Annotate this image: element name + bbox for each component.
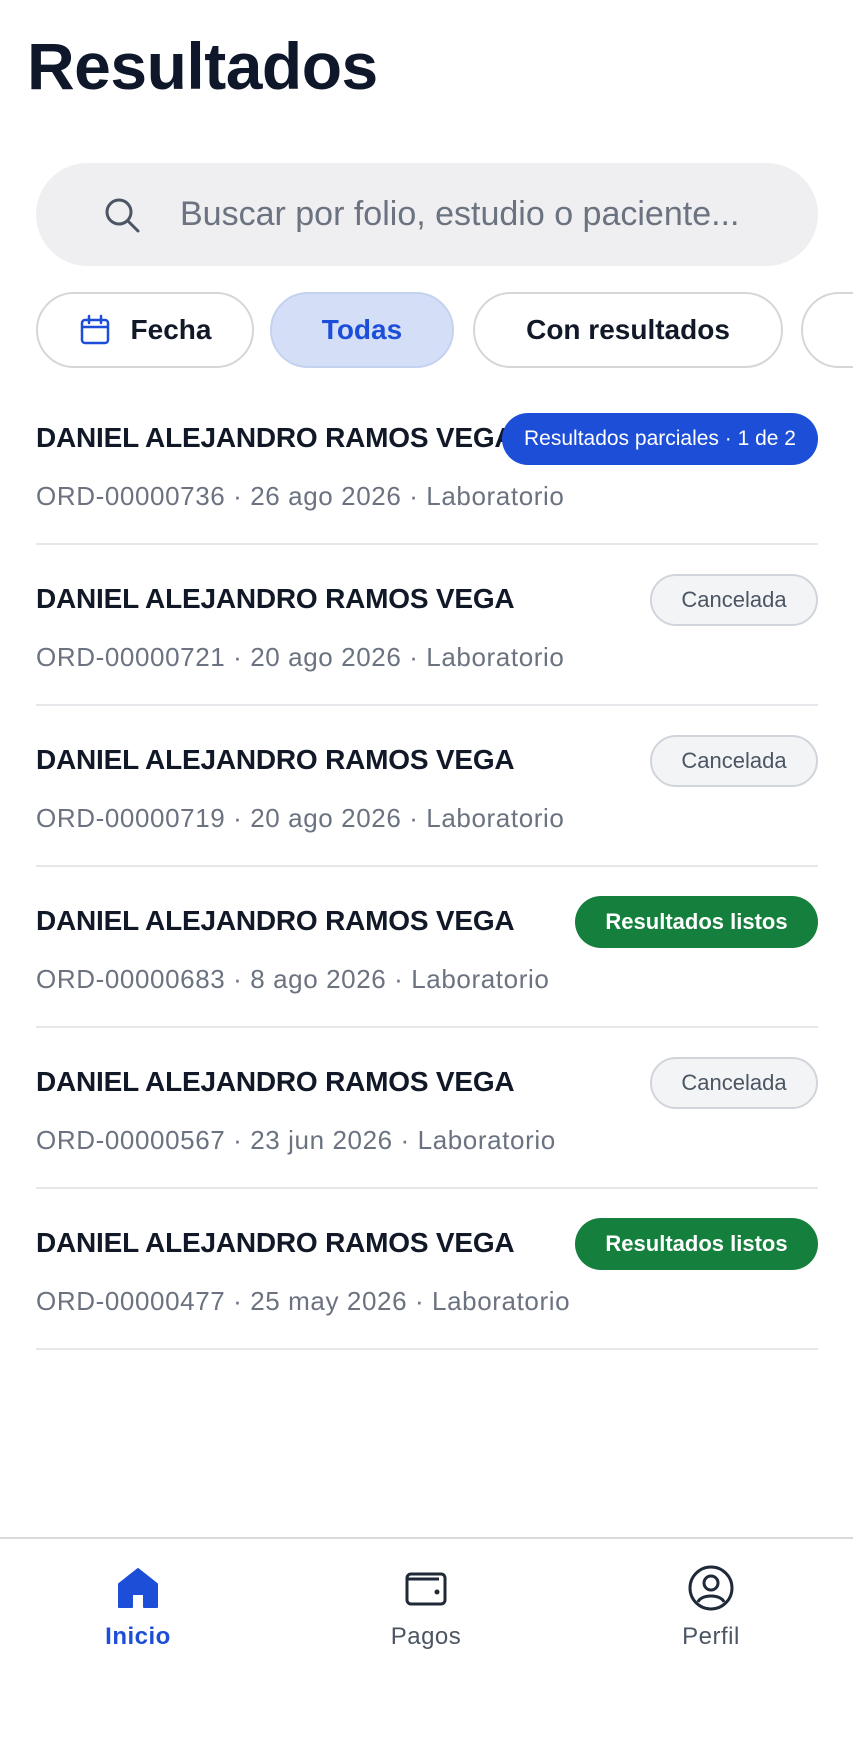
page-title: Resultados xyxy=(27,29,378,103)
order-meta: ORD-00000477 · 25 may 2026 · Laboratorio xyxy=(36,1286,571,1316)
patient-name: DANIEL ALEJANDRO RAMOS VEGA xyxy=(36,1227,515,1258)
wallet-icon xyxy=(405,1572,447,1606)
orders-list: DANIEL ALEJANDRO RAMOS VEGA Resultados p… xyxy=(36,384,818,1350)
order-meta: ORD-00000683 · 8 ago 2026 · Laboratorio xyxy=(36,964,550,994)
patient-name: DANIEL ALEJANDRO RAMOS VEGA xyxy=(36,583,515,614)
patient-name: DANIEL ALEJANDRO RAMOS VEGA xyxy=(36,905,515,936)
filter-chips: Fecha Todas Con resultados xyxy=(36,292,853,369)
filter-chip-fecha[interactable]: Fecha xyxy=(36,292,254,368)
patient-name: DANIEL ALEJANDRO RAMOS VEGA xyxy=(36,422,515,453)
patient-name: DANIEL ALEJANDRO RAMOS VEGA xyxy=(36,744,515,775)
order-meta: ORD-00000736 · 26 ago 2026 · Laboratorio xyxy=(36,481,565,511)
order-row[interactable]: DANIEL ALEJANDRO RAMOS VEGA Resultados l… xyxy=(36,867,818,1028)
filter-chip-more[interactable] xyxy=(801,292,853,368)
bottom-tab-bar: Inicio Pagos Perfil xyxy=(0,1537,853,1743)
filter-chip-label: Fecha xyxy=(130,314,212,345)
tab-label: Perfil xyxy=(682,1623,740,1650)
status-badge: Cancelada xyxy=(650,1057,818,1109)
tab-label: Pagos xyxy=(390,1623,462,1650)
filter-chip-con-resultados[interactable]: Con resultados xyxy=(473,292,783,368)
status-badge: Resultados listos xyxy=(575,1218,818,1270)
search-icon xyxy=(105,198,140,232)
status-badge: Cancelada xyxy=(650,574,818,626)
status-badge: Resultados parciales · 1 de 2 xyxy=(502,413,818,465)
user-circle-icon xyxy=(688,1565,734,1611)
search-bar[interactable] xyxy=(36,163,818,266)
order-meta: ORD-00000567 · 23 jun 2026 · Laboratorio xyxy=(36,1125,556,1155)
tab-perfil[interactable]: Perfil xyxy=(621,1563,801,1673)
status-badge: Cancelada xyxy=(650,735,818,787)
tab-label: Inicio xyxy=(105,1623,171,1650)
order-row[interactable]: DANIEL ALEJANDRO RAMOS VEGA Cancelada OR… xyxy=(36,545,818,706)
calendar-icon xyxy=(80,314,109,345)
filter-chip-label: Con resultados xyxy=(526,314,730,345)
search-input[interactable] xyxy=(180,163,794,266)
order-meta: ORD-00000719 · 20 ago 2026 · Laboratorio xyxy=(36,803,565,833)
filter-chip-label: Todas xyxy=(321,314,403,345)
order-row[interactable]: DANIEL ALEJANDRO RAMOS VEGA Cancelada OR… xyxy=(36,706,818,867)
results-screen: Resultados Fecha Todas Con resultados D xyxy=(0,0,853,1743)
patient-name: DANIEL ALEJANDRO RAMOS VEGA xyxy=(36,1066,515,1097)
order-row[interactable]: DANIEL ALEJANDRO RAMOS VEGA Cancelada OR… xyxy=(36,1028,818,1189)
tab-inicio[interactable]: Inicio xyxy=(48,1563,228,1673)
home-icon xyxy=(118,1568,158,1608)
order-meta: ORD-00000721 · 20 ago 2026 · Laboratorio xyxy=(36,642,565,672)
order-row[interactable]: DANIEL ALEJANDRO RAMOS VEGA Resultados l… xyxy=(36,1189,818,1350)
order-row[interactable]: DANIEL ALEJANDRO RAMOS VEGA Resultados p… xyxy=(36,384,818,545)
filter-chip-todas[interactable]: Todas xyxy=(270,292,454,368)
tab-pagos[interactable]: Pagos xyxy=(336,1563,516,1673)
status-badge: Resultados listos xyxy=(575,896,818,948)
